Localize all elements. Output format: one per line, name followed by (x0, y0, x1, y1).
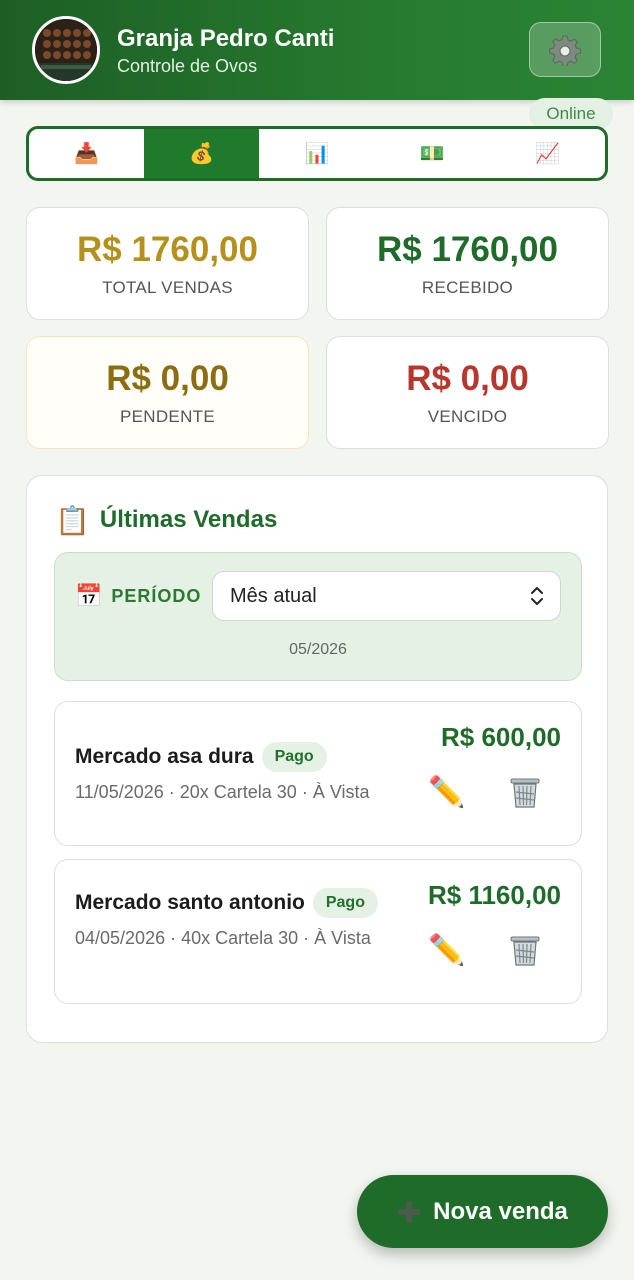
pencil-icon: ✏️ (428, 933, 466, 967)
nav-tabs: 📥 💰 📊 💵 📈 (26, 126, 608, 181)
delete-button[interactable] (503, 772, 547, 812)
status-badge: Pago (312, 888, 378, 918)
recent-sales-panel: 📋 Últimas Vendas 📅 PERÍODO Mês atual 05/… (26, 475, 608, 1043)
tab-sales[interactable]: 💰 (144, 129, 260, 178)
farm-name: Granja Pedro Canti (117, 25, 335, 52)
period-select[interactable]: Mês atual (212, 571, 561, 621)
stat-label: RECEBIDO (421, 278, 514, 297)
period-date: 05/2026 (289, 641, 347, 658)
sale-amount: R$ 1160,00 (427, 880, 561, 910)
tab-reports[interactable]: 📈 (490, 129, 605, 178)
stat-value: R$ 0,00 (106, 359, 229, 398)
sale-details: 04/05/2026 · 40x Cartela 30 · À Vista (75, 928, 371, 948)
stat-pending: R$ 0,00 PENDENTE (26, 336, 309, 449)
calendar-icon: 📅 (75, 583, 104, 608)
status-badge: Pago (261, 742, 327, 772)
stat-label: VENCIDO (427, 407, 508, 426)
chart-increasing-icon: 📈 (534, 143, 560, 165)
edit-button[interactable]: ✏️ (425, 772, 469, 812)
tab-finance[interactable]: 💵 (375, 129, 490, 178)
trash-icon (510, 778, 540, 808)
sale-card[interactable]: Mercado santo antonio Pago 04/05/2026 · … (54, 859, 582, 1004)
avatar (32, 16, 100, 84)
inbox-tray-icon: 📥 (74, 143, 100, 165)
period-select-value: Mês atual (230, 584, 317, 607)
sale-details: 11/05/2026 · 20x Cartela 30 · À Vista (75, 782, 370, 802)
bar-chart-icon: 📊 (304, 143, 330, 165)
panel-title: 📋 Últimas Vendas (55, 502, 277, 538)
sale-name-row: Mercado asa dura Pago (75, 742, 327, 772)
trash-icon (510, 936, 540, 966)
stat-label: TOTAL VENDAS (102, 278, 233, 297)
pencil-icon: ✏️ (428, 775, 466, 809)
panel-title-text: Últimas Vendas (99, 506, 278, 533)
money-bag-icon: 💰 (189, 143, 215, 165)
stat-value: R$ 1760,00 (377, 230, 558, 269)
sale-customer: Mercado asa dura (75, 745, 254, 768)
period-label-text: PERÍODO (111, 585, 202, 606)
edit-button[interactable]: ✏️ (425, 930, 469, 970)
clipboard-icon: 📋 (55, 504, 90, 536)
money-icon: 💵 (419, 143, 445, 165)
sale-amount: R$ 600,00 (441, 722, 561, 752)
tab-stats[interactable]: 📊 (259, 129, 374, 178)
app-header: Granja Pedro Canti Controle de Ovos (0, 0, 634, 100)
gear-icon (549, 35, 581, 66)
app-subtitle: Controle de Ovos (117, 56, 258, 76)
new-sale-button[interactable]: Nova venda (357, 1175, 608, 1248)
sale-card[interactable]: Mercado asa dura Pago 11/05/2026 · 20x C… (54, 701, 582, 846)
stat-received: R$ 1760,00 RECEBIDO (326, 207, 609, 320)
stat-value: R$ 1760,00 (77, 230, 258, 269)
egg-trays-image (35, 19, 97, 81)
tab-entries[interactable]: 📥 (29, 129, 144, 178)
period-label: 📅 PERÍODO (75, 581, 201, 611)
period-filter: 📅 PERÍODO Mês atual 05/2026 (54, 552, 582, 681)
chevron-updown-icon (531, 587, 543, 605)
delete-button[interactable] (503, 930, 547, 970)
stat-overdue: R$ 0,00 VENCIDO (326, 336, 609, 449)
plus-icon (398, 1200, 421, 1223)
stat-label: PENDENTE (120, 407, 215, 426)
sale-customer: Mercado santo antonio (75, 891, 305, 914)
sale-name-row: Mercado santo antonio Pago (75, 888, 378, 918)
new-sale-label: Nova venda (433, 1197, 568, 1225)
stat-total-sales: R$ 1760,00 TOTAL VENDAS (26, 207, 309, 320)
settings-button[interactable] (529, 22, 601, 77)
stat-value: R$ 0,00 (406, 359, 529, 398)
